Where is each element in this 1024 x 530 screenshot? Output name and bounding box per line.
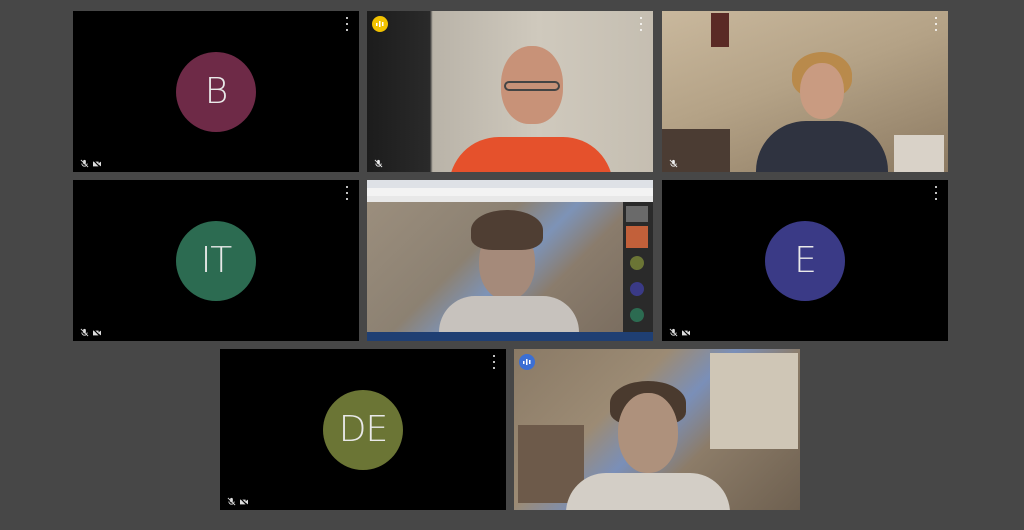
- participant-tile-woman[interactable]: [662, 11, 948, 172]
- person-body: [439, 296, 579, 332]
- participant-tile-screen-share[interactable]: [367, 180, 653, 341]
- thumb-4: [630, 282, 644, 296]
- person-head: [800, 63, 844, 119]
- participant-tile-b[interactable]: B: [73, 11, 359, 172]
- video-feed: [514, 349, 800, 510]
- person-head: [618, 393, 678, 473]
- person-hair: [471, 210, 543, 250]
- avatar: E: [765, 220, 845, 301]
- mic-off-icon: [374, 159, 383, 168]
- mic-off-icon: [227, 497, 236, 506]
- browser-toolbar: [367, 188, 653, 196]
- participant-status: [669, 328, 691, 337]
- avatar: DE: [323, 389, 403, 470]
- participant-status: [374, 159, 383, 168]
- mic-off-icon: [669, 328, 678, 337]
- video-feed: [367, 11, 653, 172]
- more-options-icon[interactable]: [930, 17, 942, 31]
- mic-off-icon: [80, 328, 89, 337]
- more-options-icon[interactable]: [930, 186, 942, 200]
- browser-tabbar: [367, 180, 653, 188]
- participant-status: [227, 497, 249, 506]
- more-options-icon[interactable]: [488, 355, 500, 369]
- speaking-indicator-icon: [372, 16, 388, 32]
- thumb-2: [626, 226, 648, 248]
- avatar: B: [176, 51, 256, 132]
- participant-tile-it[interactable]: IT: [73, 180, 359, 341]
- participant-tile-speaker[interactable]: [367, 11, 653, 172]
- participant-tile-e[interactable]: E: [662, 180, 948, 341]
- taskbar: [367, 332, 653, 341]
- participant-status: [80, 328, 102, 337]
- videocam-off-icon: [92, 328, 102, 337]
- mic-off-icon: [80, 159, 89, 168]
- wall-frame: [711, 13, 729, 47]
- person-body: [756, 121, 888, 172]
- person-body: [566, 473, 730, 510]
- participant-tile-de[interactable]: DE: [220, 349, 506, 510]
- videocam-off-icon: [681, 328, 691, 337]
- participant-tile-self[interactable]: [514, 349, 800, 510]
- more-options-icon[interactable]: [341, 17, 353, 31]
- whiteboard: [710, 353, 798, 449]
- videocam-off-icon: [92, 159, 102, 168]
- participant-status: [80, 159, 102, 168]
- more-options-icon[interactable]: [635, 17, 647, 31]
- thumb-3: [630, 256, 644, 270]
- person-glasses: [504, 81, 560, 91]
- speaking-indicator-icon: [519, 354, 535, 370]
- more-options-icon[interactable]: [341, 186, 353, 200]
- videocam-off-icon: [239, 497, 249, 506]
- shelf: [894, 135, 944, 172]
- mic-off-icon: [669, 159, 678, 168]
- video-grid: B IT E DE: [0, 0, 1024, 530]
- person-shirt: [449, 137, 613, 172]
- participant-status: [669, 159, 678, 168]
- thumb-5: [630, 308, 644, 322]
- thumb-1: [626, 206, 648, 222]
- avatar: IT: [176, 220, 256, 301]
- screen-share-feed: [367, 180, 653, 341]
- video-feed: [662, 11, 948, 172]
